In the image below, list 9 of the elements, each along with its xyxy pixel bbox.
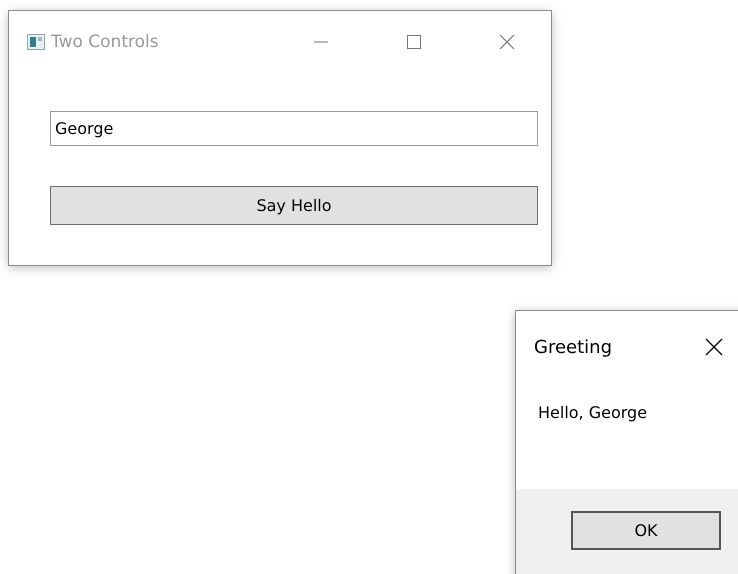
maximize-icon[interactable] bbox=[405, 33, 423, 51]
dialog-title: Greeting bbox=[534, 336, 612, 358]
close-icon[interactable] bbox=[704, 337, 724, 357]
ok-button[interactable]: OK bbox=[571, 511, 721, 550]
say-hello-button[interactable]: Say Hello bbox=[50, 186, 538, 225]
app-icon bbox=[27, 34, 45, 50]
window-title: Two Controls bbox=[51, 32, 159, 52]
name-field[interactable]: George bbox=[50, 111, 538, 146]
message-text: Hello, George bbox=[538, 403, 648, 422]
